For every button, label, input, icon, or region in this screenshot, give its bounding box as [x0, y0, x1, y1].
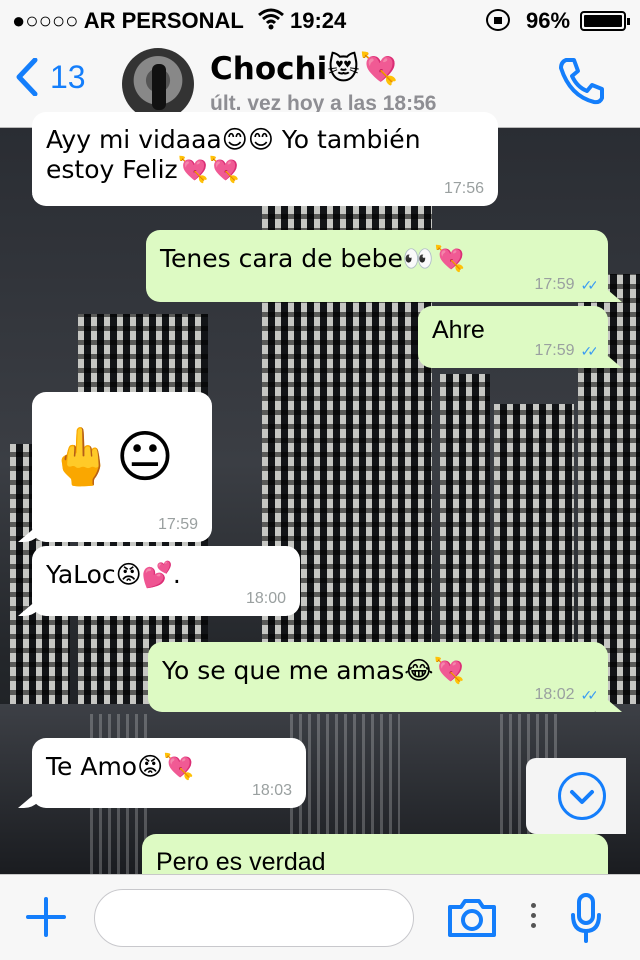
more-dots-icon[interactable] [531, 903, 537, 933]
message-text: Ahre [432, 316, 485, 344]
message-time: 17:56 [443, 180, 484, 197]
read-ticks-icon: ✓✓ [580, 276, 600, 293]
message-incoming[interactable]: YaLoc😡💕. 18:00 [32, 546, 300, 616]
message-incoming[interactable]: Te Amo😡💘 18:03 [32, 738, 306, 808]
message-time: 17:59 [157, 516, 198, 533]
rotation-lock-icon [486, 9, 510, 31]
message-text: YaLoc😡💕. [46, 560, 181, 589]
message-time: 17:59 [534, 276, 575, 293]
chevron-down-icon [558, 772, 606, 820]
contact-name[interactable]: Chochi😻💘 [210, 50, 398, 87]
back-button[interactable]: 13 [16, 58, 86, 96]
wifi-icon [258, 8, 284, 30]
message-outgoing[interactable]: Ahre 17:59 ✓✓ [418, 306, 608, 368]
status-bar: ●○○○○ AR PERSONAL 19:24 96% [0, 0, 640, 40]
message-incoming[interactable]: Ayy mi vidaaa😊😊 Yo también estoy Feliz💘💘… [32, 112, 498, 206]
camera-icon[interactable] [446, 897, 498, 939]
signal-strength: ●○○○○ [12, 8, 79, 33]
chevron-left-icon [16, 58, 38, 96]
microphone-icon[interactable] [570, 893, 602, 945]
carrier-name: AR PERSONAL [83, 8, 244, 33]
message-time: 18:00 [245, 590, 286, 607]
message-outgoing[interactable]: Yo se que me amas😂💘 18:02 ✓✓ [148, 642, 608, 712]
message-time: 17:59 [534, 342, 575, 359]
phone-call-icon[interactable] [556, 56, 606, 106]
plus-icon[interactable] [24, 895, 68, 939]
message-text-partial: Ayy mi vidaaa😊😊 Yo también [46, 125, 421, 154]
message-time: 18:02 [534, 686, 575, 703]
message-outgoing[interactable]: Tenes cara de bebe👀💘 17:59 ✓✓ [146, 230, 608, 302]
carrier-label: ●○○○○ AR PERSONAL [12, 8, 244, 34]
read-ticks-icon: ✓✓ [580, 686, 600, 703]
unread-count: 13 [50, 58, 86, 95]
read-ticks-icon: ✓✓ [580, 342, 600, 359]
clock: 19:24 [290, 8, 347, 33]
message-time: 18:03 [251, 782, 292, 799]
message-text: Pero es verdad [156, 848, 326, 876]
message-text: estoy Feliz💘💘 [46, 155, 240, 184]
battery-percent: 96% [526, 8, 571, 33]
message-input-bar [0, 874, 640, 960]
scroll-to-bottom-button[interactable] [526, 758, 626, 834]
message-input[interactable] [94, 889, 414, 947]
avatar[interactable] [122, 48, 194, 120]
message-text: Yo se que me amas😂💘 [162, 656, 465, 685]
message-text: Te Amo😡💘 [46, 752, 195, 781]
message-text: Tenes cara de bebe👀💘 [160, 244, 466, 273]
message-emoji-text: 🖕😐 [46, 425, 175, 490]
message-incoming[interactable]: 🖕😐 17:59 [32, 392, 212, 542]
battery-icon [580, 11, 630, 31]
